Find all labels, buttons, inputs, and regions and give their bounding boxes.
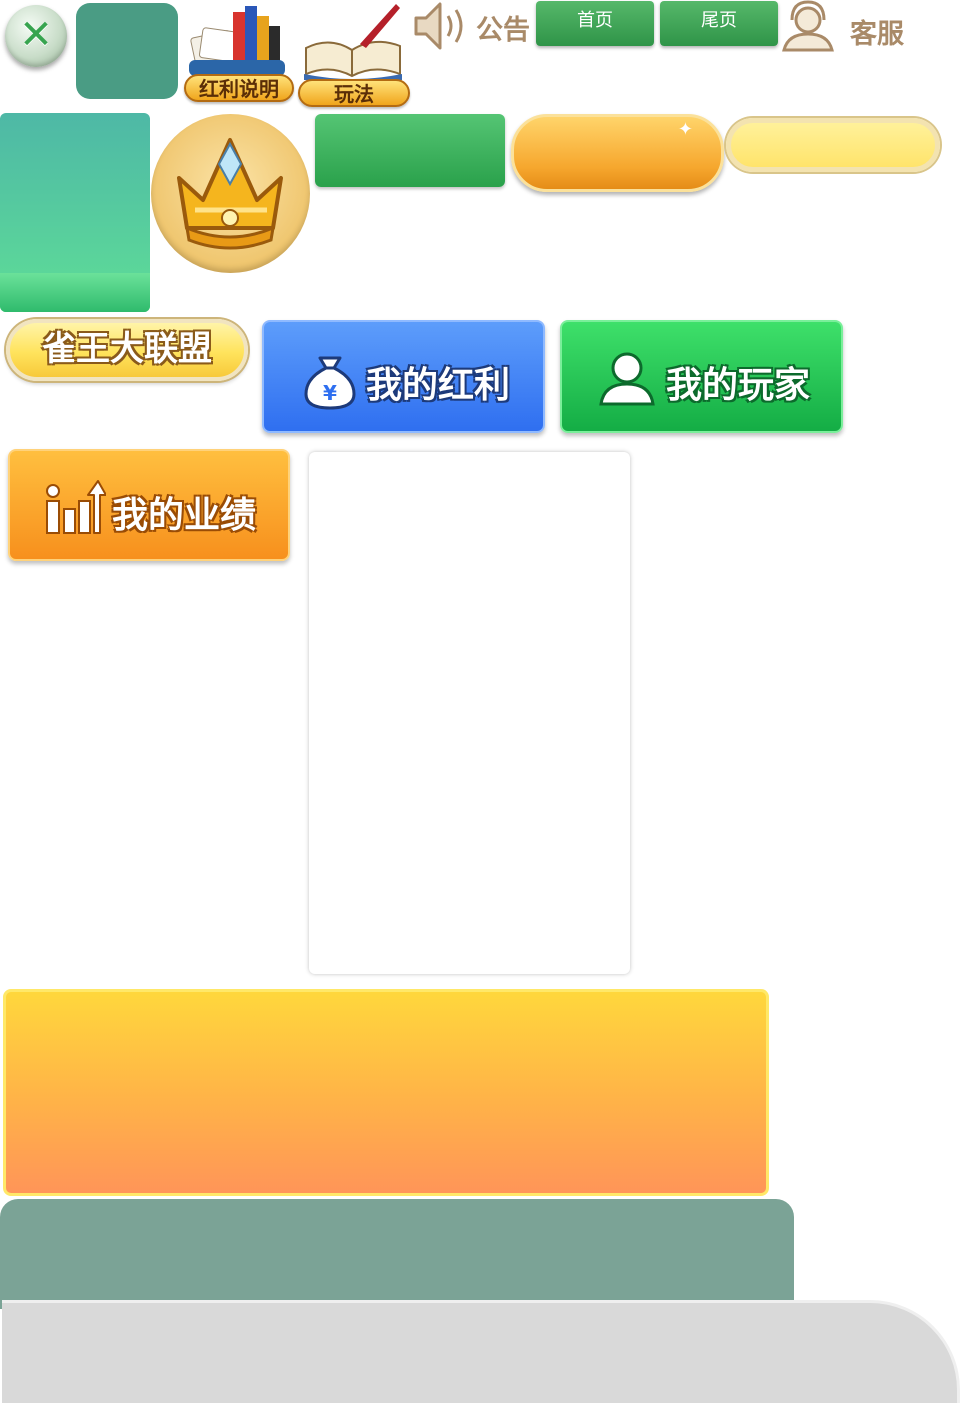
bonus-info-button[interactable]: 红利说明 — [184, 74, 294, 102]
orange-gradient-panel — [3, 989, 769, 1196]
crown-icon — [177, 138, 283, 250]
rules-button[interactable]: 玩法 — [298, 79, 410, 107]
book-quill-icon[interactable] — [300, 0, 405, 80]
my-bonus-button[interactable]: ¥ 我的红利 — [262, 320, 545, 433]
teal-panel — [0, 113, 150, 312]
my-performance-label: 我的业绩 — [112, 495, 257, 536]
svg-text:¥: ¥ — [323, 381, 337, 405]
headset-user-icon[interactable] — [780, 0, 836, 52]
orange-action-pill[interactable]: ✦ — [511, 114, 724, 192]
cards-chips-icon[interactable] — [185, 0, 290, 80]
my-players-label: 我的玩家 — [666, 365, 811, 406]
sage-panel — [0, 1199, 794, 1309]
money-bag-icon: ¥ — [304, 356, 356, 410]
content-card — [309, 452, 630, 974]
yellow-action-pill[interactable] — [726, 118, 940, 172]
my-players-button[interactable]: 我的玩家 — [560, 320, 843, 433]
crown-badge — [151, 114, 310, 273]
close-icon: ✕ — [19, 12, 53, 58]
last-page-button[interactable]: 尾页 — [660, 1, 778, 46]
green-action-bar[interactable] — [315, 114, 505, 187]
home-page-button[interactable]: 首页 — [536, 1, 654, 46]
avatar-placeholder[interactable] — [76, 3, 178, 99]
growth-chart-icon — [46, 480, 106, 534]
my-performance-button[interactable]: 我的业绩 — [8, 449, 290, 561]
my-bonus-label: 我的红利 — [366, 365, 511, 406]
close-button[interactable]: ✕ — [5, 5, 67, 67]
user-icon — [599, 352, 655, 406]
notice-label[interactable]: 公告 — [476, 8, 530, 47]
alliance-title-button[interactable]: 雀王大联盟 — [6, 319, 248, 381]
speaker-icon — [412, 0, 470, 52]
grey-footer-panel — [2, 1300, 960, 1403]
customer-service-label[interactable]: 客服 — [850, 12, 904, 51]
